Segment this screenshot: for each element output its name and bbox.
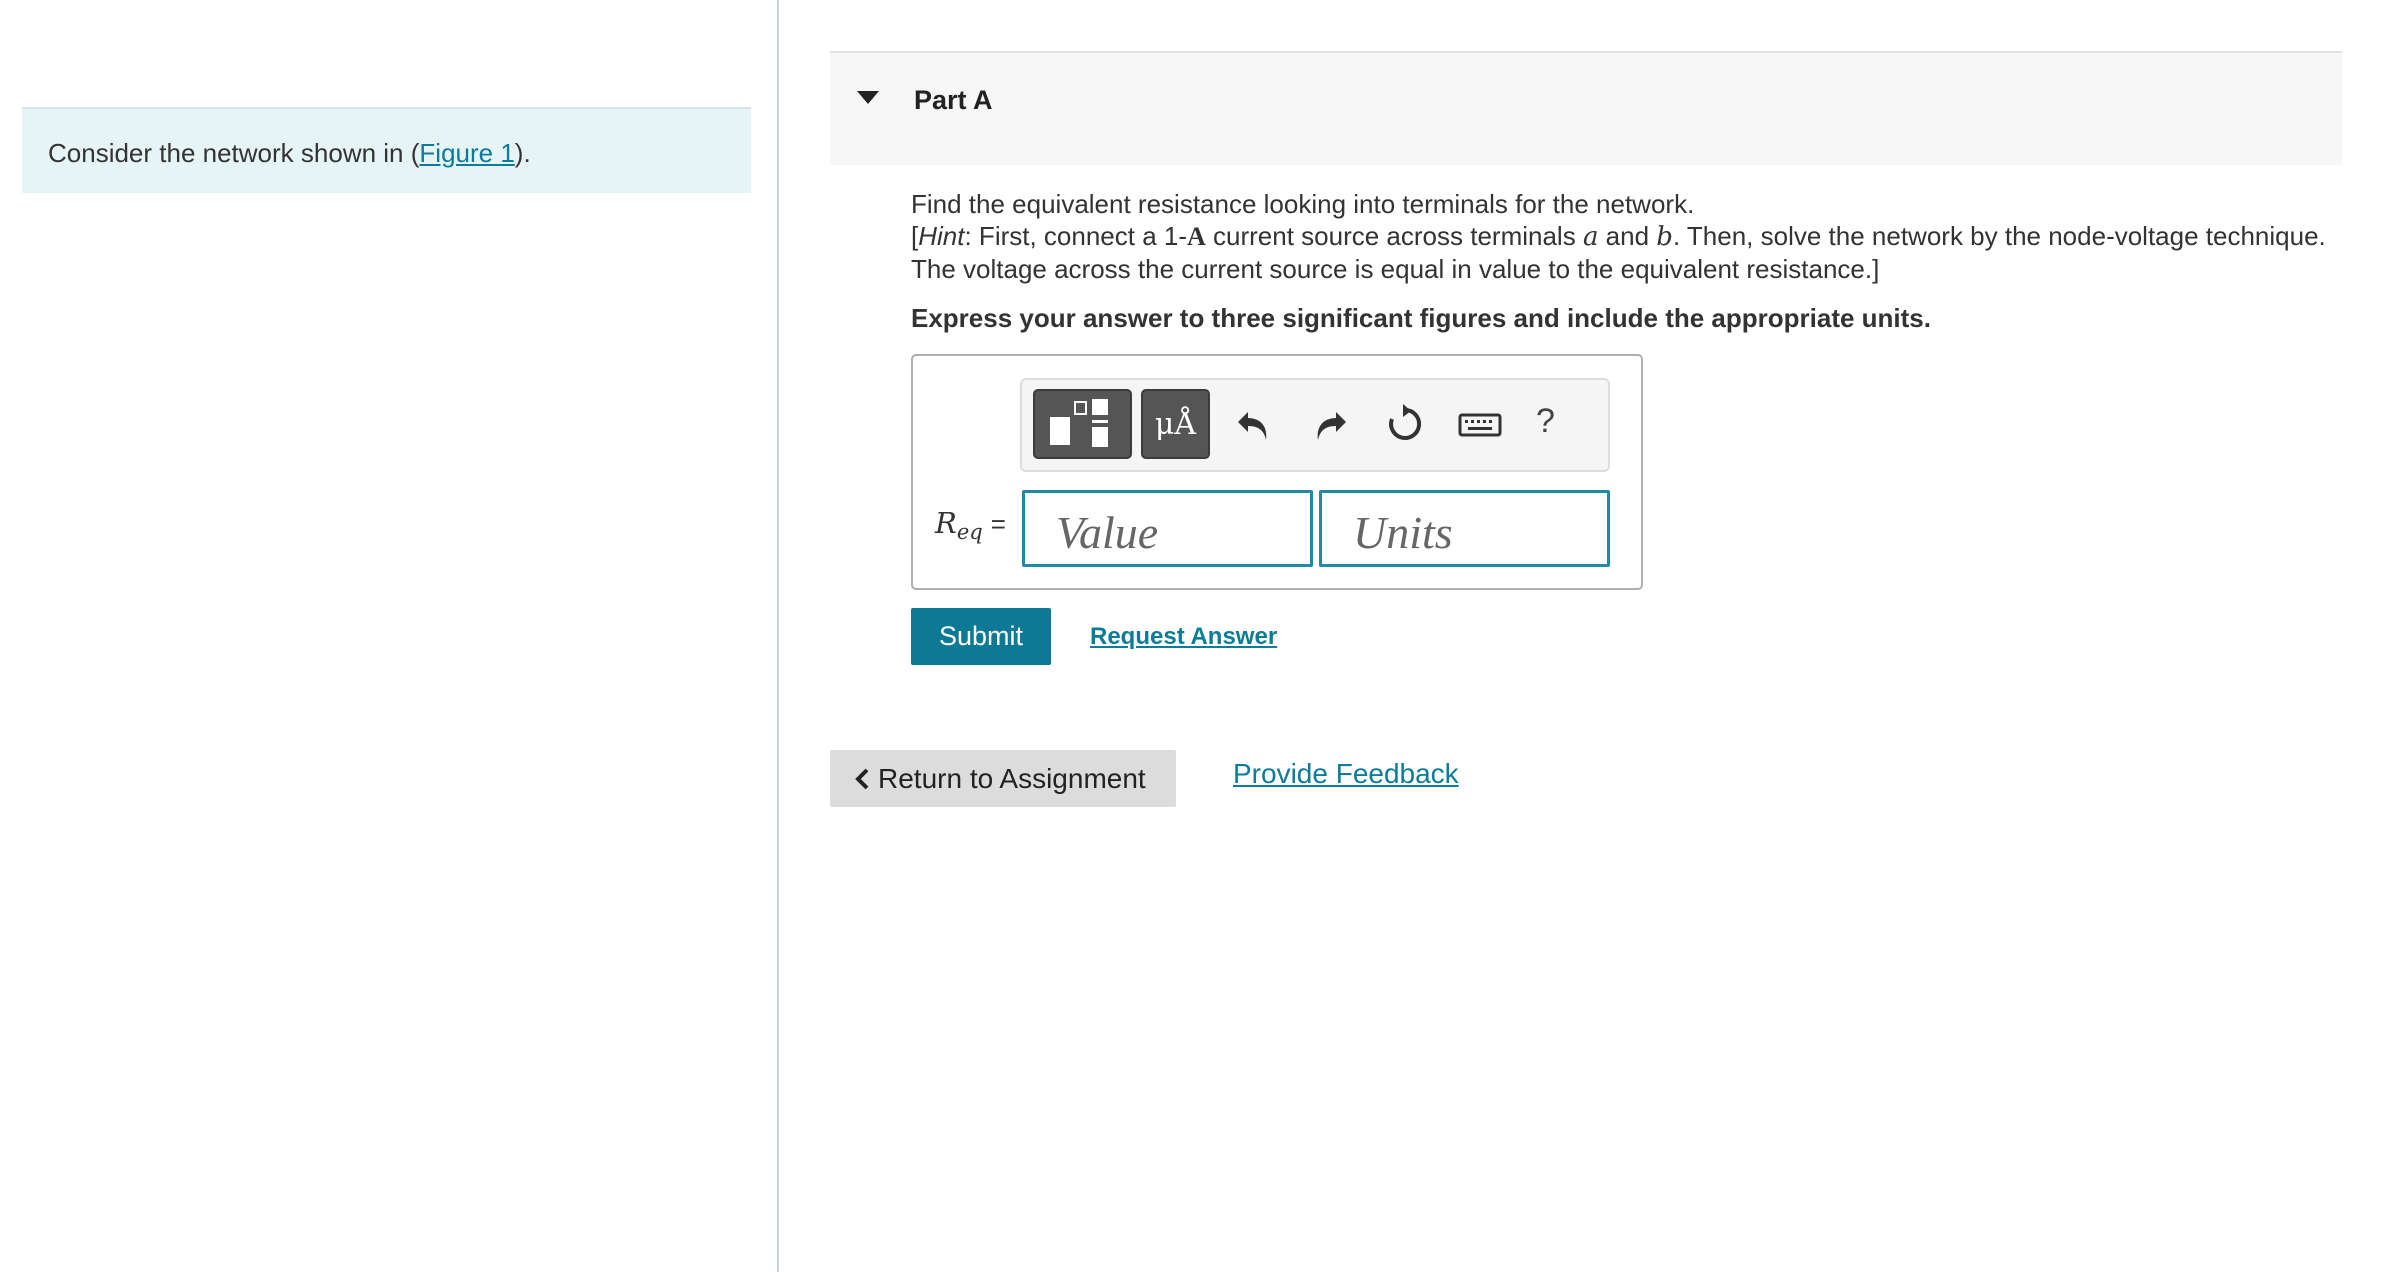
req-var: R [935, 506, 957, 540]
hint-var-a: a [1582, 222, 1599, 252]
hint-text-1: : First, connect a 1- [964, 221, 1188, 251]
hint-unit: A [1187, 222, 1206, 251]
intro-text: Consider the network shown in (Figure 1)… [48, 138, 531, 169]
redo-icon[interactable] [1308, 400, 1352, 448]
question-line-3: The voltage across the current source is… [911, 254, 1880, 284]
return-label: Return to Assignment [878, 762, 1146, 794]
request-answer-link[interactable]: Request Answer [1090, 623, 1277, 651]
hint-word: Hint [918, 221, 965, 251]
reset-icon[interactable] [1383, 400, 1427, 448]
answer-instruction: Express your answer to three significant… [911, 303, 1931, 333]
hint-text-4: . Then, solve the network by the node-vo… [1672, 221, 2326, 251]
collapse-caret-icon[interactable] [857, 91, 879, 104]
intro-box: Consider the network shown in (Figure 1)… [22, 107, 751, 193]
question-text: Find the equivalent resistance looking i… [911, 188, 2341, 285]
figure-link[interactable]: Figure 1 [419, 138, 514, 168]
chevron-left-icon [855, 768, 869, 789]
value-input[interactable] [1022, 490, 1313, 567]
return-to-assignment-button[interactable]: Return to Assignment [830, 750, 1176, 807]
help-button[interactable]: ? [1536, 402, 1555, 441]
hint-var-b: b [1656, 222, 1673, 252]
math-toolbar: μÅ ? [1020, 378, 1610, 472]
undo-icon[interactable] [1232, 400, 1276, 448]
intro-prefix: Consider the network shown in ( [48, 138, 420, 168]
req-label: Req = [935, 506, 1006, 544]
req-equals: = [990, 509, 1006, 539]
hint-text-3: and [1598, 221, 1657, 251]
intro-suffix: ). [514, 138, 531, 168]
question-line-1: Find the equivalent resistance looking i… [911, 189, 1695, 219]
submit-button[interactable]: Submit [911, 608, 1051, 665]
pane-divider[interactable] [777, 0, 779, 1272]
req-sub: eq [956, 520, 983, 544]
templates-icon[interactable] [1033, 389, 1132, 459]
units-button[interactable]: μÅ [1141, 389, 1210, 459]
provide-feedback-link[interactable]: Provide Feedback [1233, 758, 1459, 790]
hint-text-2: current source across terminals [1205, 221, 1583, 251]
question-line-2: [Hint: First, connect a 1-A current sour… [911, 220, 2341, 253]
part-header[interactable]: Part A [830, 51, 2342, 165]
answer-box: μÅ ? Req = [911, 354, 1643, 590]
keyboard-icon[interactable] [1456, 400, 1504, 448]
left-pane: Consider the network shown in (Figure 1)… [0, 0, 777, 1272]
units-glyph: μÅ [1154, 407, 1197, 442]
part-title: Part A [914, 85, 993, 115]
units-input[interactable] [1319, 490, 1610, 567]
